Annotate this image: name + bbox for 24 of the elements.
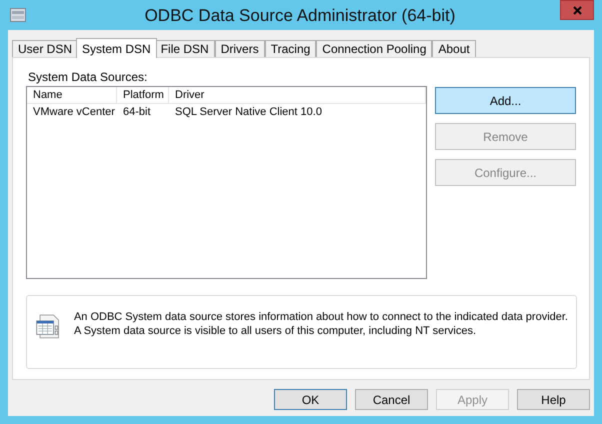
tab[interactable]: About — [432, 40, 476, 57]
tab[interactable]: System DSN — [76, 38, 157, 58]
dialog-button[interactable]: Help — [517, 389, 590, 410]
column-header[interactable]: Driver — [169, 87, 426, 103]
action-button[interactable]: Add... — [435, 87, 576, 114]
close-icon — [572, 6, 582, 14]
data-source-list[interactable]: Name Platform Driver VMware vCenter 64-bit SQL Server Native Client 10.0 — [26, 86, 427, 279]
tab[interactable]: Tracing — [264, 40, 316, 57]
dialog-button[interactable]: OK — [274, 389, 347, 410]
column-header[interactable]: Platform — [117, 87, 169, 103]
table-cell-text: 64-bit — [122, 105, 152, 120]
info-text: An ODBC System data source stores information about how to connect to the indicated data provider. A System data source is visible to all users of this computer, including NT services. — [74, 310, 568, 339]
dialog-button[interactable]: Cancel — [355, 389, 428, 410]
tab[interactable]: Drivers — [214, 40, 265, 57]
tab[interactable]: User DSN — [12, 40, 78, 57]
column-header[interactable]: Name — [27, 87, 117, 103]
list-label: System Data Sources: — [28, 70, 148, 86]
tab[interactable]: Connection Pooling — [316, 40, 432, 57]
tab[interactable]: File DSN — [154, 40, 215, 57]
app-icon — [10, 8, 26, 22]
close-button[interactable] — [560, 0, 594, 20]
table-cell-text: SQL Server Native Client 10.0 — [174, 105, 323, 120]
window-title: ODBC Data Source Administrator (64-bit) — [144, 5, 456, 26]
table-cell-text: VMware vCenter — [32, 105, 116, 120]
